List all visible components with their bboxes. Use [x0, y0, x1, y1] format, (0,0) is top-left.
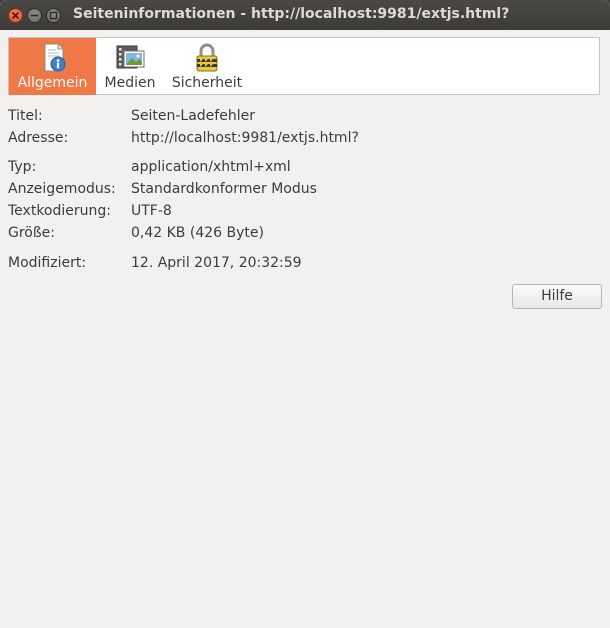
tab-toolbar: Allgemein Medien Sicherheit: [8, 37, 600, 95]
title-bar[interactable]: Seiteninformationen - http://localhost:9…: [0, 0, 610, 30]
maximize-icon: [49, 11, 58, 20]
maximize-window-button[interactable]: [46, 8, 61, 23]
tab-media[interactable]: Medien: [96, 38, 164, 95]
size-label: Größe:: [8, 225, 56, 241]
title-value: Seiten-Ladefehler: [131, 108, 255, 124]
close-window-button[interactable]: [8, 8, 23, 23]
window-title: Seiteninformationen - http://localhost:9…: [73, 6, 510, 22]
minimize-icon: [30, 14, 39, 17]
page-info-window: Seiteninformationen - http://localhost:9…: [0, 0, 610, 628]
tab-general-label: Allgemein: [17, 75, 88, 91]
modified-label: Modifiziert:: [8, 255, 87, 271]
address-value: http://localhost:9981/extjs.html?: [131, 130, 359, 146]
help-button[interactable]: Hilfe: [512, 284, 602, 309]
type-value: application/xhtml+xml: [131, 159, 291, 175]
close-icon: [12, 12, 19, 19]
media-film-icon: [116, 45, 145, 69]
address-label: Adresse:: [8, 130, 69, 146]
minimize-window-button[interactable]: [27, 8, 42, 23]
padlock-icon: [196, 43, 218, 72]
size-value: 0,42 KB (426 Byte): [131, 225, 264, 241]
info-page-icon: [44, 43, 65, 72]
tab-security[interactable]: Sicherheit: [164, 38, 250, 95]
title-label: Titel:: [8, 108, 43, 124]
modified-value: 12. April 2017, 20:32:59: [131, 255, 302, 271]
tab-security-label: Sicherheit: [171, 75, 243, 91]
type-label: Typ:: [8, 159, 37, 175]
render-mode-label: Anzeigemodus:: [8, 181, 116, 197]
encoding-label: Textkodierung:: [8, 203, 111, 219]
render-mode-value: Standardkonformer Modus: [131, 181, 317, 197]
tab-media-label: Medien: [104, 75, 156, 91]
encoding-value: UTF-8: [131, 203, 172, 219]
tab-general[interactable]: Allgemein: [9, 38, 96, 95]
